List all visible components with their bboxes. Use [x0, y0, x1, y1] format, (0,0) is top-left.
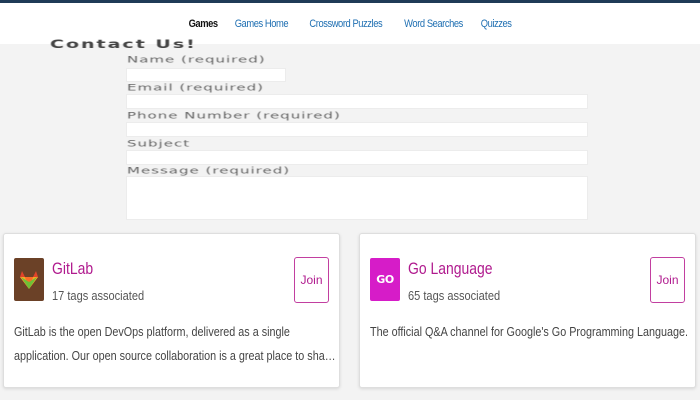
- subject-field[interactable]: [126, 150, 588, 165]
- email-label: Email (required): [127, 82, 264, 93]
- message-field[interactable]: [126, 176, 588, 220]
- gitlab-fox-icon: [14, 258, 44, 301]
- card-tag-count: 17 tags associated: [52, 288, 145, 303]
- card-tag-count: 65 tags associated: [408, 288, 501, 303]
- nav-item-crossword-puzzles[interactable]: Crossword Puzzles: [309, 18, 382, 30]
- card-description-line: The official Q&A channel for Google's Go…: [370, 324, 688, 339]
- card-title[interactable]: GitLab: [52, 259, 93, 279]
- nav-item-games[interactable]: Games: [189, 18, 219, 30]
- name-field[interactable]: [126, 68, 286, 82]
- contact-form: Contact Us! Name (required) Email (requi…: [0, 38, 700, 234]
- name-label: Name (required): [127, 54, 266, 65]
- contact-form-title: Contact Us!: [50, 38, 197, 52]
- nav-item-quizzes[interactable]: Quizzes: [481, 18, 512, 30]
- join-button[interactable]: Join: [294, 257, 329, 303]
- phone-field[interactable]: [126, 122, 588, 137]
- go-logo-icon: GO: [370, 258, 400, 301]
- phone-label: Phone Number (required): [127, 110, 341, 121]
- card-title[interactable]: Go Language: [408, 259, 492, 279]
- card-description-line: GitLab is the open DevOps platform, deli…: [14, 324, 290, 339]
- nav-item-word-searches[interactable]: Word Searches: [404, 18, 463, 30]
- join-button[interactable]: Join: [650, 257, 685, 303]
- group-card-gitlab[interactable]: GitLab 17 tags associated Join GitLab is…: [3, 233, 340, 388]
- card-description: The official Q&A channel for Google's Go…: [370, 320, 698, 344]
- message-label: Message (required): [127, 165, 291, 176]
- subject-label: Subject: [127, 138, 191, 149]
- card-description-line: application. Our open source collaborati…: [14, 348, 336, 363]
- group-card-go-language[interactable]: GO Go Language 65 tags associated Join T…: [359, 233, 696, 388]
- nav-item-games-home[interactable]: Games Home: [235, 18, 289, 30]
- email-field[interactable]: [126, 94, 588, 109]
- card-description: GitLab is the open DevOps platform, deli…: [14, 320, 342, 368]
